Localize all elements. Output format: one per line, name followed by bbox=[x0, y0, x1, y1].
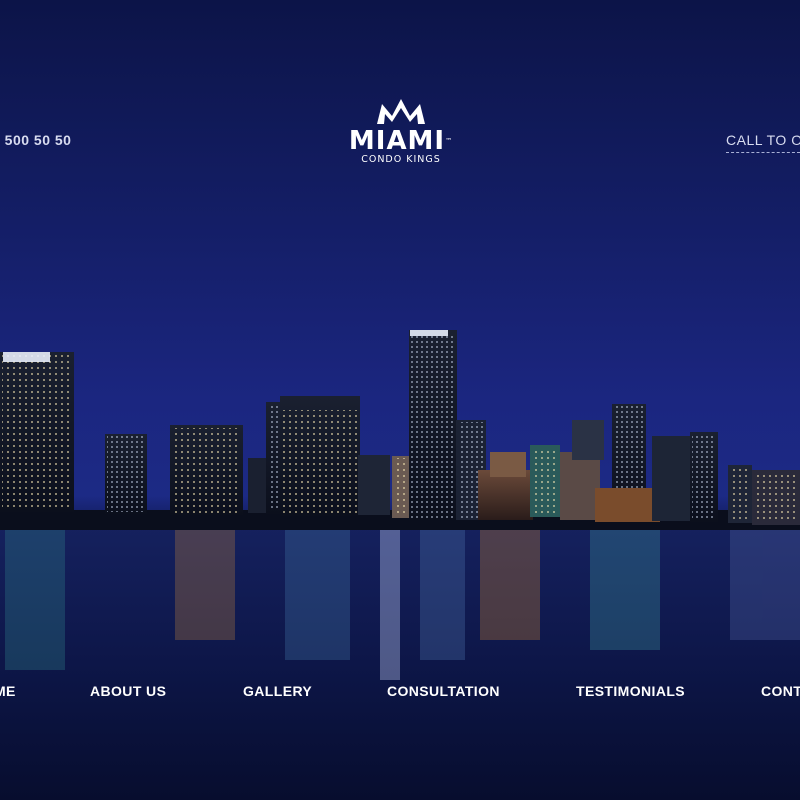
brand-logo[interactable]: MIAMI™ CONDO KINGS bbox=[340, 96, 462, 166]
logo-name: MIAMI bbox=[348, 126, 446, 156]
phone-number[interactable]: 0 500 50 50 bbox=[0, 132, 71, 148]
main-navigation: ME ABOUT US GALLERY CONSULTATION TESTIMO… bbox=[0, 683, 800, 705]
nav-item-about-us[interactable]: ABOUT US bbox=[90, 683, 166, 699]
nav-item-home[interactable]: ME bbox=[0, 683, 16, 699]
trademark-symbol: ™ bbox=[445, 137, 454, 145]
nav-item-testimonials[interactable]: TESTIMONIALS bbox=[576, 683, 685, 699]
nav-item-consultation[interactable]: CONSULTATION bbox=[387, 683, 500, 699]
crown-icon bbox=[377, 99, 425, 124]
nav-item-contact[interactable]: CONT bbox=[761, 683, 800, 699]
nav-item-gallery[interactable]: GALLERY bbox=[243, 683, 312, 699]
call-to-order-link[interactable]: CALL TO O bbox=[726, 132, 800, 153]
